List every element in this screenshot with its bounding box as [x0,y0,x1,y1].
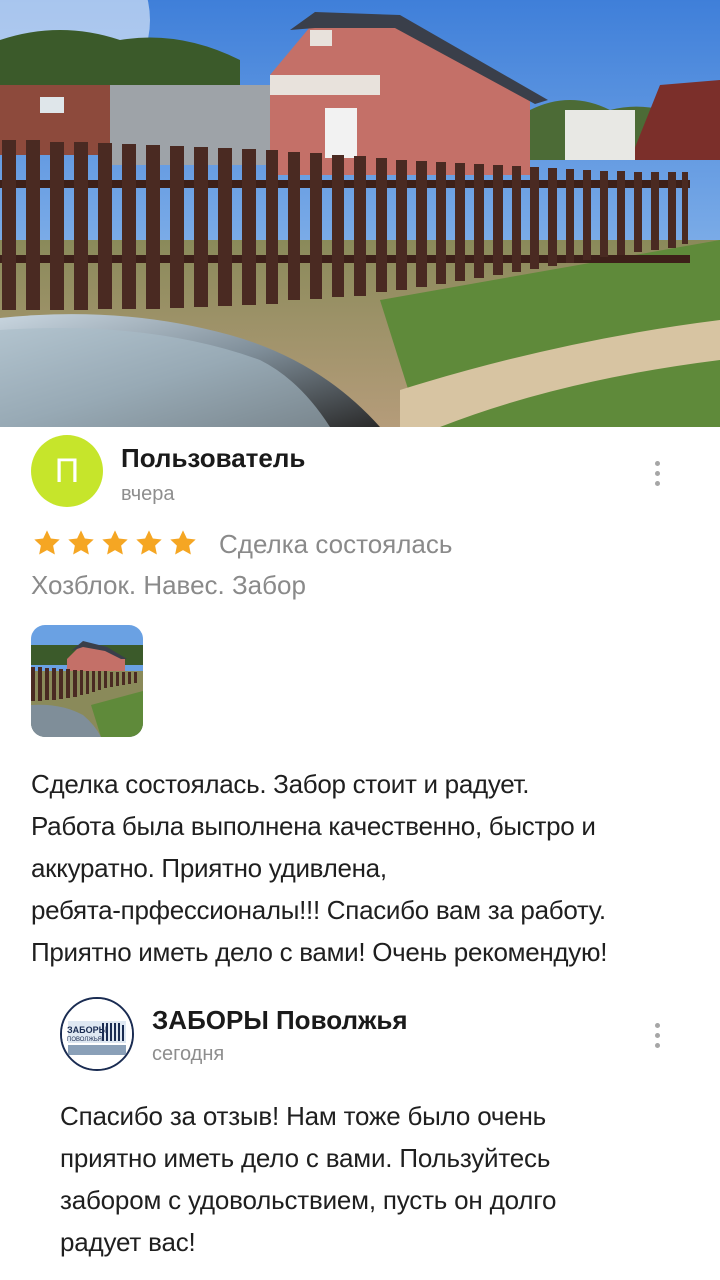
review-photo-thumbnail[interactable] [31,625,143,737]
star-icon [102,530,128,555]
review-photo[interactable] [0,0,720,427]
star-icon [34,530,60,555]
user-avatar[interactable]: П [31,435,103,507]
review-date: вчера [121,483,175,505]
seller-logo[interactable]: ЗАБОРЫ ПОВОЛЖЬЯ [60,997,134,1071]
fence-photo-illustration [0,0,720,427]
reply-date: сегодня [152,1043,225,1065]
star-icon [68,530,94,555]
deal-status: Сделка состоялась [219,529,453,559]
review-author[interactable]: Пользователь [121,443,305,474]
svg-text:ПОВОЛЖЬЯ: ПОВОЛЖЬЯ [67,1037,102,1043]
avatar-letter: П [54,451,80,490]
thumbnail-image [31,625,143,737]
review-body: Сделка состоялась. Забор стоит и радует.… [31,769,608,967]
svg-text:ЗАБОРЫ: ЗАБОРЫ [67,1025,108,1035]
more-vertical-icon[interactable] [642,453,672,493]
reply-body: Спасибо за отзыв! Нам тоже было очень пр… [60,1101,557,1257]
star-icon [170,530,196,555]
seller-logo-image: ЗАБОРЫ ПОВОЛЖЬЯ [62,999,132,1069]
star-icon [136,530,162,555]
more-vertical-icon[interactable] [642,1015,672,1055]
rating-stars [31,527,199,559]
reply-author[interactable]: ЗАБОРЫ Поволжья [152,1005,408,1036]
review-title: Хозблок. Навес. Забор [31,570,306,600]
